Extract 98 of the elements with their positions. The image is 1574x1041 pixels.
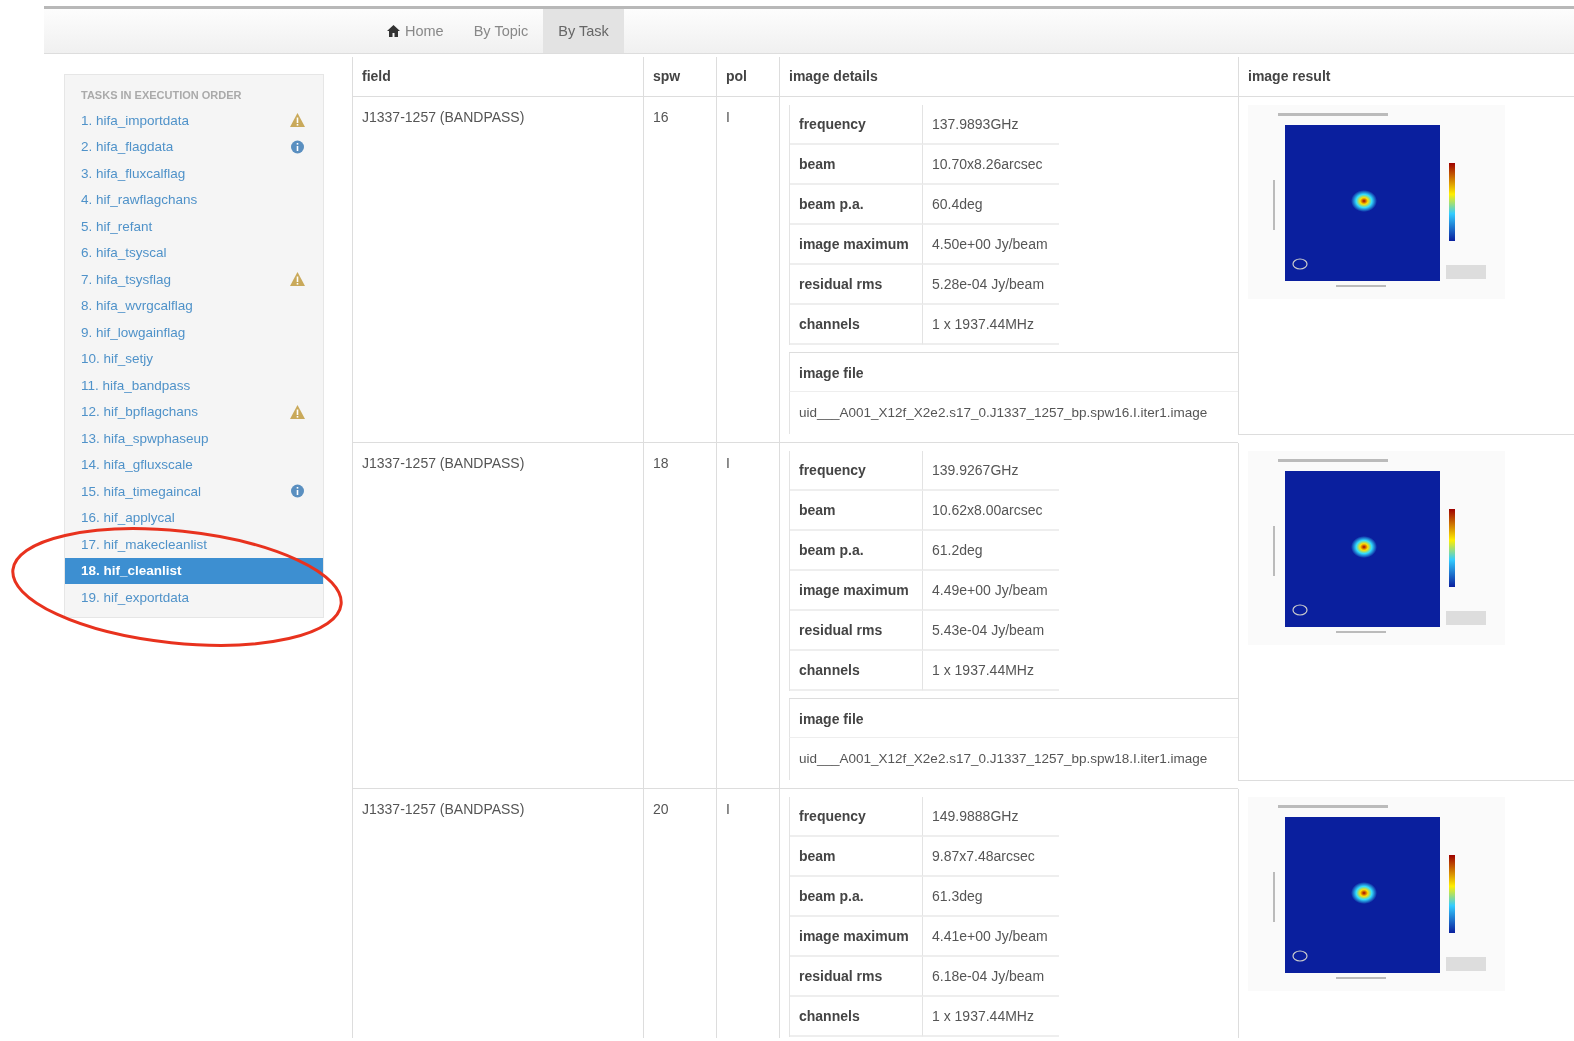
detail-label: image maximum (790, 225, 922, 265)
sidebar-item[interactable]: 12. hif_bpflagchans (65, 398, 323, 425)
detail-label: beam (790, 837, 922, 877)
sidebar-item[interactable]: 2. hifa_flagdata (65, 133, 323, 160)
detail-label: image maximum (790, 571, 922, 611)
detail-value: 1 x 1937.44MHz (922, 997, 1059, 1037)
nav-tab[interactable]: Home (372, 9, 459, 53)
home-icon (387, 25, 400, 37)
sidebar-item[interactable]: 16. hif_applycal (65, 504, 323, 531)
axis-label-line (1273, 872, 1275, 922)
detail-value: 61.3deg (922, 877, 1059, 917)
column-header: image details (779, 57, 1238, 97)
info-icon (290, 484, 305, 499)
detail-value: 10.62x8.00arcsec (922, 491, 1059, 531)
sidebar-item[interactable]: 5. hif_refant (65, 213, 323, 240)
plot-legend (1446, 611, 1486, 625)
detail-value: 5.28e-04 Jy/beam (922, 265, 1059, 305)
detail-value: 4.41e+00 Jy/beam (922, 917, 1059, 957)
detail-value: 10.70x8.26arcsec (922, 145, 1059, 185)
column-header: field (352, 57, 643, 97)
detail-value: 137.9893GHz (922, 105, 1059, 145)
nav-tab[interactable]: By Task (543, 9, 624, 53)
column-header: image result (1238, 57, 1574, 97)
detail-value: 5.43e-04 Jy/beam (922, 611, 1059, 651)
detail-value: 1 x 1937.44MHz (922, 651, 1059, 691)
detail-label: channels (790, 997, 922, 1037)
axis-label-line (1273, 526, 1275, 576)
detail-value: 61.2deg (922, 531, 1059, 571)
beam-ellipse (1292, 258, 1308, 270)
detail-value: 4.50e+00 Jy/beam (922, 225, 1059, 265)
detail-label: image file (789, 699, 1238, 738)
sidebar-item[interactable]: 9. hif_lowgainflag (65, 319, 323, 346)
table-cell: 16 (643, 97, 716, 443)
table-cell: J1337-1257 (BANDPASS) (352, 97, 643, 443)
detail-value: uid___A001_X12f_X2e2.s17_0.J1337_1257_bp.spw18.I.iter1.image (789, 738, 1238, 780)
detail-label: beam (790, 145, 922, 185)
warning-icon (290, 113, 305, 128)
detail-label: beam p.a. (790, 531, 922, 571)
axis-label-line (1336, 977, 1386, 979)
detail-label: image maximum (790, 917, 922, 957)
detail-value: 139.9267GHz (922, 451, 1059, 491)
detail-label: frequency (790, 105, 922, 145)
warning-icon (290, 404, 305, 419)
sidebar-item[interactable]: 11. hifa_bandpass (65, 372, 323, 399)
detail-value: 149.9888GHz (922, 797, 1059, 837)
table-cell: J1337-1257 (BANDPASS) (352, 443, 643, 789)
source-blob (1351, 190, 1377, 212)
detail-label: residual rms (790, 611, 922, 651)
detail-label: frequency (790, 797, 922, 837)
table-cell: I (716, 97, 779, 443)
sidebar-item[interactable]: 3. hifa_fluxcalflag (65, 160, 323, 187)
detail-label: channels (790, 305, 922, 345)
table-cell: 20 (643, 789, 716, 1038)
sidebar-item[interactable]: 1. hifa_importdata (65, 107, 323, 134)
plot-legend (1446, 957, 1486, 971)
axis-label-line (1336, 631, 1386, 633)
sidebar-title: TASKS IN EXECUTION ORDER (80, 89, 243, 103)
sidebar-item[interactable]: 7. hifa_tsysflag (65, 266, 323, 293)
detail-value: uid___A001_X12f_X2e2.s17_0.J1337_1257_bp.spw16.I.iter1.image (789, 392, 1238, 434)
detail-label: channels (790, 651, 922, 691)
table-cell: I (716, 443, 779, 789)
nav-tab[interactable]: By Topic (458, 9, 544, 53)
sidebar-item[interactable]: 15. hifa_timegaincal (65, 478, 323, 505)
beam-ellipse (1292, 950, 1308, 962)
sidebar-item[interactable]: 18. hif_cleanlist (65, 557, 323, 584)
detail-value: 1 x 1937.44MHz (922, 305, 1059, 345)
detail-label: beam p.a. (790, 877, 922, 917)
sidebar-item[interactable]: 14. hifa_gfluxscale (65, 451, 323, 478)
detail-value: 6.18e-04 Jy/beam (922, 957, 1059, 997)
detail-value: 60.4deg (922, 185, 1059, 225)
column-header: spw (643, 57, 716, 97)
column-header: pol (716, 57, 779, 97)
sidebar-item[interactable]: 4. hif_rawflagchans (65, 186, 323, 213)
table-cell: I (716, 789, 779, 1038)
detail-value: 4.49e+00 Jy/beam (922, 571, 1059, 611)
detail-label: beam (790, 491, 922, 531)
detail-label: beam p.a. (790, 185, 922, 225)
sidebar-item[interactable]: 10. hif_setjy (65, 345, 323, 372)
detail-label: residual rms (790, 957, 922, 997)
sidebar-item[interactable]: 17. hif_makecleanlist (65, 531, 323, 558)
plot-legend (1446, 265, 1486, 279)
sidebar-item[interactable]: 19. hif_exportdata (65, 584, 323, 611)
source-blob (1351, 536, 1377, 558)
axis-label-line (1336, 285, 1386, 287)
table-cell: J1337-1257 (BANDPASS) (352, 789, 643, 1038)
beam-ellipse (1292, 604, 1308, 616)
detail-label: frequency (790, 451, 922, 491)
source-blob (1351, 882, 1377, 904)
detail-value: 9.87x7.48arcsec (922, 837, 1059, 877)
axis-label-line (1273, 180, 1275, 230)
sidebar-item[interactable]: 8. hifa_wvrgcalflag (65, 292, 323, 319)
table-cell: 18 (643, 443, 716, 789)
info-icon (290, 139, 305, 154)
sidebar-item[interactable]: 13. hifa_spwphaseup (65, 425, 323, 452)
warning-icon (290, 272, 305, 287)
sidebar-item[interactable]: 6. hifa_tsyscal (65, 239, 323, 266)
detail-label: image file (789, 353, 1238, 392)
detail-label: residual rms (790, 265, 922, 305)
